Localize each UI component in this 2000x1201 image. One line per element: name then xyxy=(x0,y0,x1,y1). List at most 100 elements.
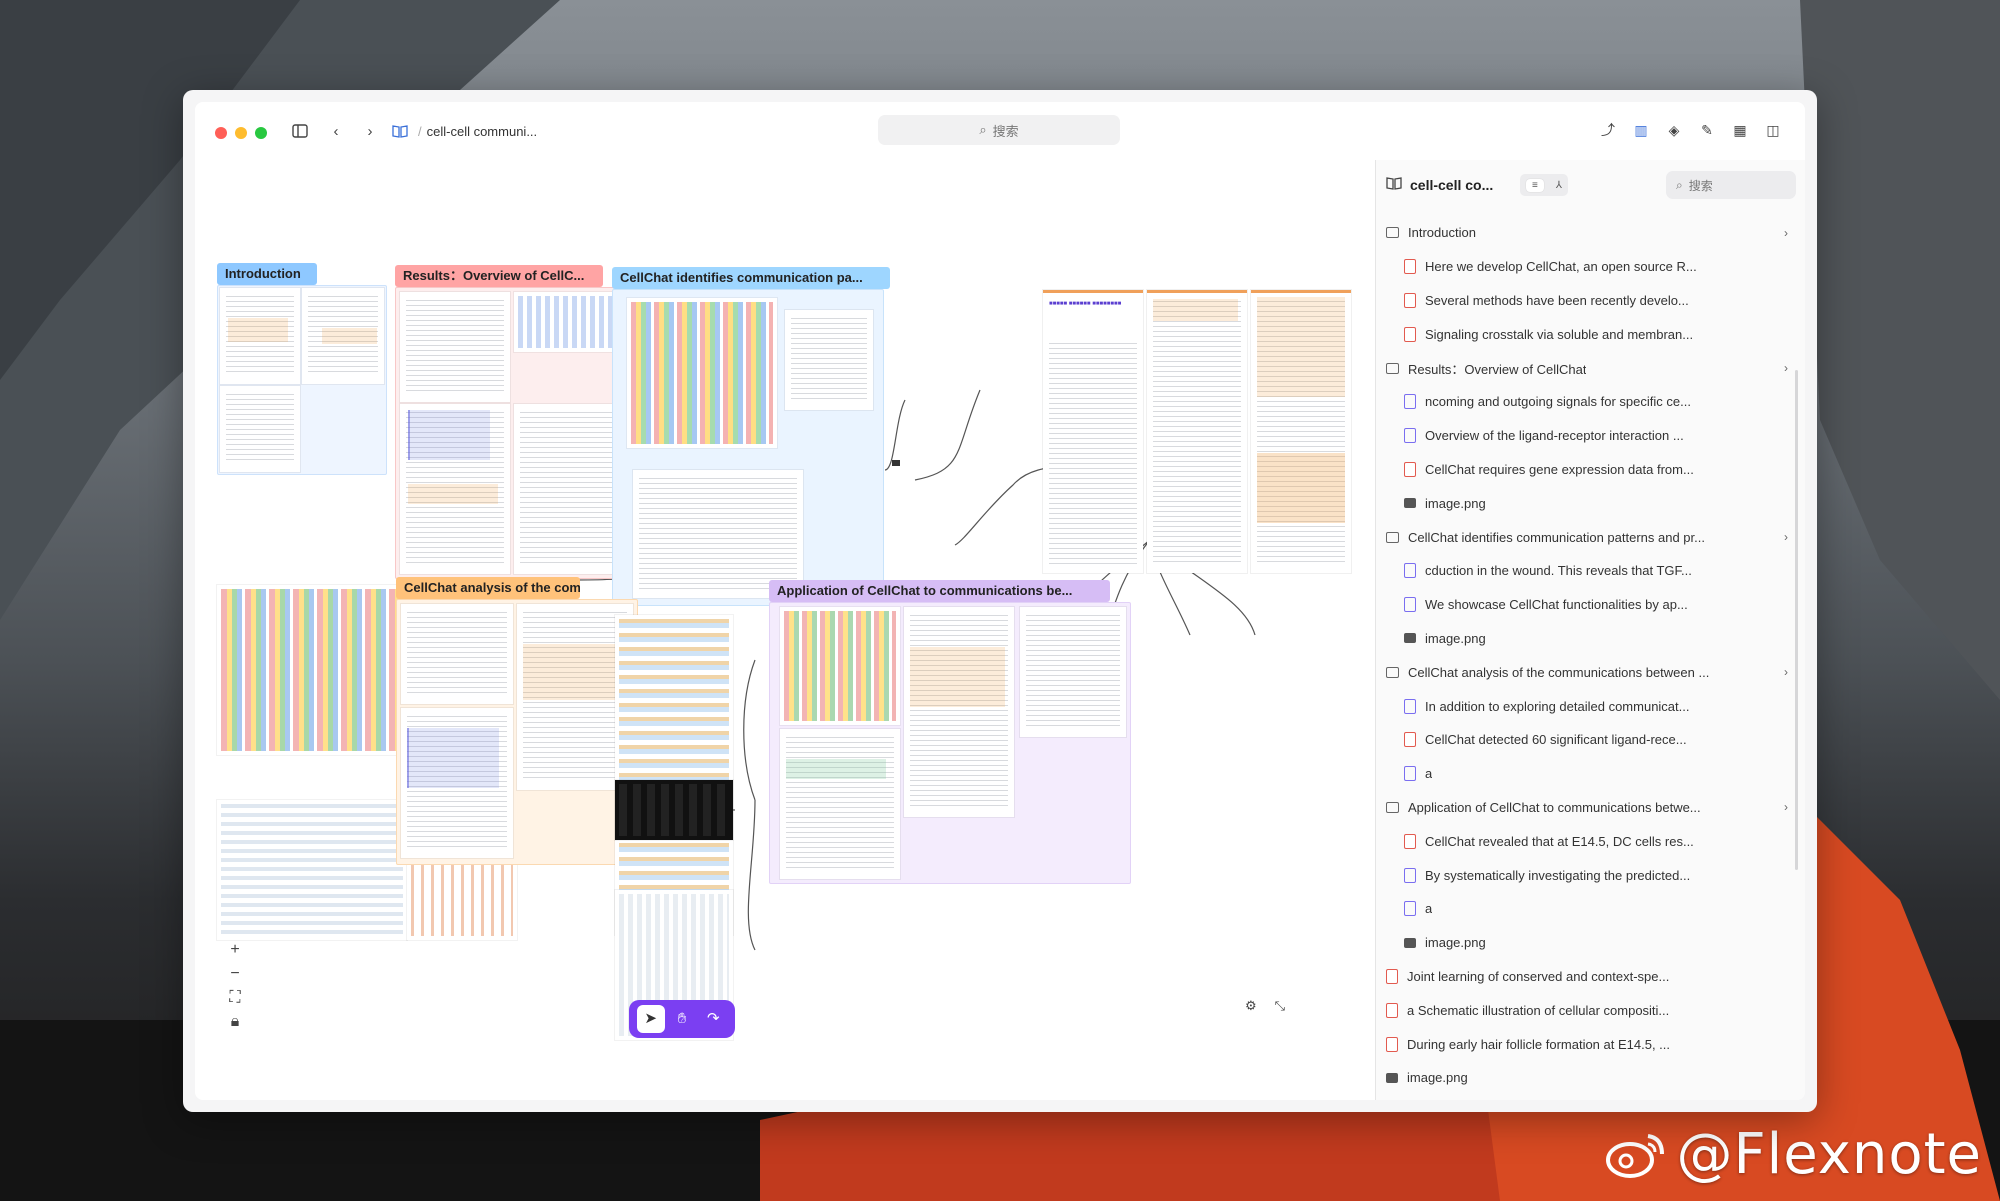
outline-item[interactable]: a xyxy=(1386,892,1788,926)
outline-item[interactable]: During early hair follicle formation at … xyxy=(1386,1027,1788,1061)
lock-icon[interactable]: 🔒︎ xyxy=(231,1014,240,1030)
page xyxy=(220,386,300,472)
hand-tool-icon[interactable]: ✋︎ xyxy=(668,1005,696,1033)
outline-item[interactable]: cduction in the wound. This reveals that… xyxy=(1386,554,1788,588)
figure-thumbnail[interactable] xyxy=(217,800,407,940)
view-mode-toggle[interactable]: ≡ ⅄ xyxy=(1520,174,1568,196)
tree-view-icon[interactable]: ⅄ xyxy=(1556,180,1562,191)
sidebar-scrollbar[interactable] xyxy=(1795,370,1798,870)
chevron-right-icon[interactable]: › xyxy=(1784,800,1788,814)
chevron-right-icon[interactable]: › xyxy=(1784,530,1788,544)
outline-item[interactable]: By systematically investigating the pred… xyxy=(1386,858,1788,892)
select-tool-icon[interactable]: ➤ xyxy=(636,1005,665,1033)
outline-item[interactable]: Joint learning of conserved and context-… xyxy=(1386,960,1788,994)
window-controls xyxy=(215,127,267,139)
zoom-window-button[interactable] xyxy=(255,127,267,139)
sidebar-toggle-icon[interactable] xyxy=(291,124,309,140)
outline-item[interactable]: We showcase CellChat functionalities by … xyxy=(1386,588,1788,622)
outline-item[interactable]: image.png xyxy=(1386,1061,1788,1095)
outline-item-label: a xyxy=(1425,766,1433,782)
forward-icon[interactable]: › xyxy=(361,124,379,140)
document-page[interactable] xyxy=(1147,290,1247,573)
outline-tree: Introduction › Here we develop CellChat, a… xyxy=(1386,216,1788,1095)
watermark-text: @Flexnote xyxy=(1676,1122,1982,1187)
outline-item[interactable]: image.png xyxy=(1386,486,1788,520)
pdf-icon xyxy=(1404,292,1416,308)
note-icon xyxy=(1404,563,1416,579)
layers-icon[interactable]: ◈ xyxy=(1666,122,1682,138)
node-introduction[interactable]: Introduction xyxy=(217,263,317,285)
node-application[interactable]: Application of CellChat to communication… xyxy=(769,580,1110,602)
folder-icon xyxy=(1386,666,1399,678)
figure-thumbnail xyxy=(780,607,900,725)
outline-item[interactable]: image.png xyxy=(1386,926,1788,960)
outline-item[interactable]: ncoming and outgoing signals for specifi… xyxy=(1386,385,1788,419)
node-communication-patterns[interactable]: CellChat identifies communication pa... xyxy=(612,267,890,289)
note-icon xyxy=(1404,867,1416,883)
back-icon[interactable]: ‹ xyxy=(327,124,345,140)
search-input[interactable]: ⌕ 搜索 xyxy=(878,115,1120,145)
settings-sliders-icon[interactable]: ⚙ xyxy=(1245,998,1257,1014)
zoom-in-icon[interactable]: + xyxy=(230,942,239,958)
note-icon xyxy=(1404,901,1416,917)
outline-group[interactable]: Application of CellChat to communication… xyxy=(1386,791,1788,825)
document-page[interactable]: ■■■■■ ■■■■■■ ■■■■■■■■ xyxy=(1043,290,1143,573)
map-icon[interactable]: ▥ xyxy=(1633,122,1649,138)
chevron-right-icon[interactable]: › xyxy=(1784,226,1788,240)
close-window-button[interactable] xyxy=(215,127,227,139)
outline-item-label: Overview of the ligand-receptor interact… xyxy=(1425,428,1684,444)
outline-group[interactable]: CellChat identifies communication patter… xyxy=(1386,520,1788,554)
chevron-right-icon[interactable]: › xyxy=(1784,665,1788,679)
panel-communications-analysis[interactable] xyxy=(396,599,638,865)
node-communications-analysis[interactable]: CellChat analysis of the com... xyxy=(396,577,580,599)
outline-item-label: By systematically investigating the pred… xyxy=(1425,867,1691,883)
pdf-icon xyxy=(1386,1036,1398,1052)
outline-item[interactable]: a xyxy=(1386,757,1788,791)
outline-item[interactable]: In addition to exploring detailed commun… xyxy=(1386,689,1788,723)
figure-thumbnail[interactable] xyxy=(217,585,407,755)
collapse-icon[interactable]: ⤡ xyxy=(1275,998,1285,1014)
outline-item-label: Joint learning of conserved and context-… xyxy=(1407,968,1670,984)
sidebar-title: cell-cell co... xyxy=(1410,177,1494,193)
share-icon[interactable]: ⤴ xyxy=(1600,122,1616,138)
fit-screen-icon[interactable]: ⛶ xyxy=(229,990,240,1006)
chevron-right-icon[interactable]: › xyxy=(1784,361,1788,375)
sidebar-search-input[interactable]: ⌕ 搜索 xyxy=(1666,171,1796,199)
outline-item[interactable]: CellChat detected 60 significant ligand-… xyxy=(1386,723,1788,757)
outline-item[interactable]: Several methods have been recently devel… xyxy=(1386,284,1788,318)
figure-thumbnail[interactable] xyxy=(615,780,733,840)
panel-application[interactable] xyxy=(769,602,1131,884)
panel-right-icon[interactable]: ◫ xyxy=(1765,122,1781,138)
outline-group[interactable]: Introduction › xyxy=(1386,216,1788,250)
note-icon xyxy=(1404,394,1416,410)
figure-thumbnail[interactable] xyxy=(615,615,733,935)
list-view-icon[interactable]: ≡ xyxy=(1526,178,1544,192)
outline-item-label: CellChat requires gene expression data f… xyxy=(1425,461,1694,477)
node-results-overview[interactable]: Results：Overview of CellC... xyxy=(395,265,603,287)
document-page[interactable] xyxy=(1251,290,1351,573)
outline-item[interactable]: Signaling crosstalk via soluble and memb… xyxy=(1386,317,1788,351)
watermark: @Flexnote xyxy=(1604,1122,1982,1187)
outline-item[interactable]: image.png xyxy=(1386,622,1788,656)
outline-item[interactable]: CellChat revealed that at E14.5, DC cell… xyxy=(1386,824,1788,858)
panel-results-overview[interactable] xyxy=(395,287,637,579)
sidebar-search-placeholder: 搜索 xyxy=(1688,178,1713,193)
outline-item[interactable]: a Schematic illustration of cellular com… xyxy=(1386,993,1788,1027)
zoom-out-icon[interactable]: − xyxy=(230,966,239,982)
mindmap-canvas[interactable]: Introduction Results：Overview of CellC..… xyxy=(195,160,1375,1100)
outline-item[interactable]: CellChat requires gene expression data f… xyxy=(1386,453,1788,487)
outline-item[interactable]: Here we develop CellChat, an open source… xyxy=(1386,250,1788,284)
minimize-window-button[interactable] xyxy=(235,127,247,139)
outline-item[interactable]: Overview of the ligand-receptor interact… xyxy=(1386,419,1788,453)
panel-communication-patterns[interactable] xyxy=(612,289,884,606)
outline-item-label: cduction in the wound. This reveals that… xyxy=(1425,563,1692,579)
outline-group[interactable]: CellChat analysis of the communications … xyxy=(1386,655,1788,689)
connector-tool-icon[interactable]: ↷ xyxy=(699,1005,727,1033)
outline-group[interactable]: Results：Overview of CellChat › xyxy=(1386,351,1788,385)
pdf-icon xyxy=(1404,461,1416,477)
calendar-icon[interactable]: ▦ xyxy=(1732,122,1748,138)
outline-item-label: Results：Overview of CellChat xyxy=(1408,361,1587,377)
breadcrumb-current[interactable]: cell-cell communi... xyxy=(427,124,538,139)
highlight-icon[interactable]: ✎ xyxy=(1699,122,1715,138)
panel-introduction[interactable] xyxy=(217,285,387,475)
